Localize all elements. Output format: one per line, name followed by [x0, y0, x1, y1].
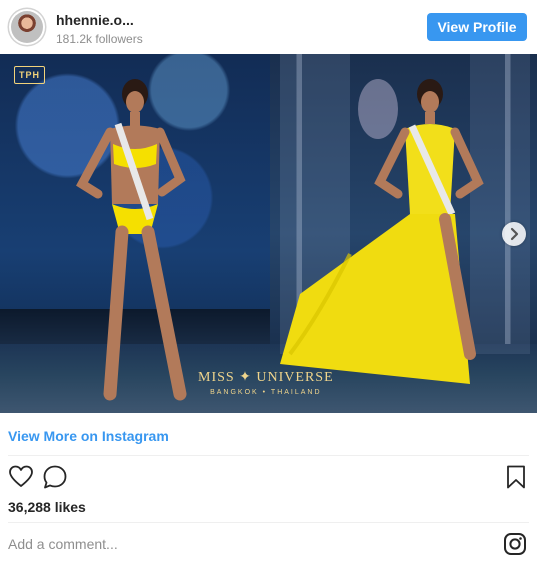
bookmark-icon — [507, 465, 525, 489]
comment-input[interactable] — [8, 534, 488, 554]
instagram-logo-link[interactable] — [503, 532, 529, 558]
photo-figures — [76, 54, 530, 401]
view-more-link[interactable]: View More on Instagram — [8, 428, 169, 444]
next-photo-button[interactable] — [502, 222, 526, 246]
like-count: 36,288 likes — [8, 499, 86, 515]
logo-sub-text: BANGKOK • THAILAND — [210, 389, 322, 396]
tph-watermark: TPH — [14, 66, 45, 84]
avatar-image — [11, 11, 43, 43]
avatar[interactable] — [9, 9, 45, 45]
post-photo[interactable]: TPH MISS ✦ UNIVERSE BANGKOK • THAILAND — [0, 54, 537, 413]
instagram-icon — [504, 533, 526, 555]
divider — [8, 522, 529, 523]
chevron-right-icon — [510, 227, 519, 241]
heart-icon — [9, 465, 33, 487]
follower-count: 181.2k followers — [56, 32, 143, 46]
username[interactable]: hhennie.o... — [56, 12, 143, 28]
user-info: hhennie.o... 181.2k followers — [56, 12, 143, 47]
comment-button[interactable] — [42, 464, 68, 490]
like-button[interactable] — [8, 464, 34, 490]
figure-left — [76, 79, 187, 401]
post-header: hhennie.o... 181.2k followers View Profi… — [0, 0, 537, 54]
save-button[interactable] — [503, 464, 529, 490]
miss-universe-logo: MISS ✦ UNIVERSE BANGKOK • THAILAND — [198, 369, 334, 396]
divider — [8, 455, 529, 456]
instagram-embed: hhennie.o... 181.2k followers View Profi… — [0, 0, 537, 563]
comment-icon — [43, 465, 67, 489]
logo-main-text: MISS ✦ UNIVERSE — [198, 370, 334, 385]
view-profile-button[interactable]: View Profile — [427, 13, 527, 41]
